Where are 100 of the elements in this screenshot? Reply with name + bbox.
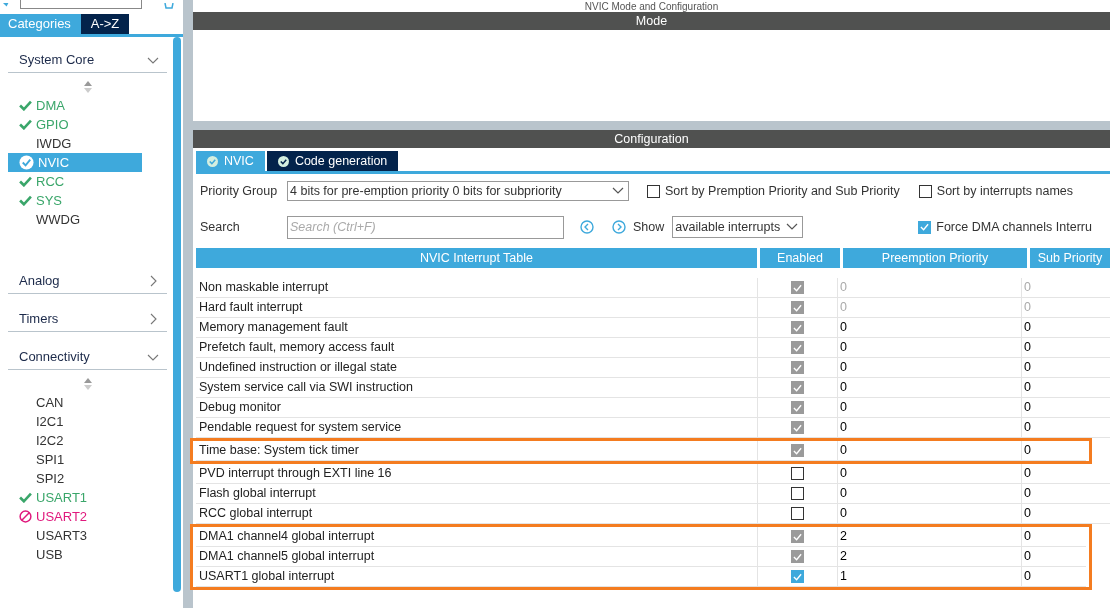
checkbox[interactable] [791, 321, 804, 334]
checkbox[interactable] [791, 301, 804, 314]
table-cell[interactable]: 0 [1021, 484, 1110, 503]
previous-icon[interactable] [580, 220, 594, 234]
checkbox[interactable] [791, 401, 804, 414]
sidebar-item[interactable]: WWDG [8, 210, 142, 229]
table-cell[interactable]: 0 [1021, 527, 1086, 546]
checkbox-label: Force DMA channels Interru [936, 218, 1092, 236]
table-row[interactable]: Undefined instruction or illegal state 0 0 [196, 358, 1110, 378]
table-cell-text: Hard fault interrupt [198, 299, 304, 317]
field-label: Search [199, 218, 241, 236]
checkbox[interactable] [791, 341, 804, 354]
checkbox[interactable] [647, 184, 660, 198]
checkbox[interactable] [791, 467, 804, 480]
checkbox[interactable] [791, 361, 804, 374]
table-row[interactable]: Time base: System tick timer 0 0 [196, 441, 1086, 461]
category-header[interactable]: Analog [8, 269, 167, 294]
table-cell[interactable]: 0 [1021, 418, 1110, 437]
sidebar-item[interactable]: CAN [8, 393, 142, 412]
table-cell[interactable]: 2 [837, 547, 1021, 566]
sort-icon[interactable] [83, 81, 92, 93]
sort-icon[interactable] [83, 378, 92, 390]
table-cell[interactable]: 0 [1021, 504, 1110, 523]
table-cell-text: Time base: System tick timer [198, 442, 360, 460]
table-row[interactable]: Memory management fault 0 0 [196, 318, 1110, 338]
table-cell[interactable]: 0 [1021, 358, 1110, 377]
table-cell[interactable]: 0 [837, 441, 1021, 460]
scrollbar[interactable] [173, 37, 181, 592]
sidebar-item[interactable]: IWDG [8, 134, 142, 153]
table-cell[interactable]: 2 [837, 527, 1021, 546]
table-cell[interactable]: 1 [837, 567, 1021, 586]
table-row[interactable]: Pendable request for system service 0 0 [196, 418, 1110, 438]
checkbox-label: Sort by interrupts names [936, 182, 1073, 200]
field-label: Show [633, 218, 665, 236]
table-row[interactable]: Prefetch fault, memory access fault 0 0 [196, 338, 1110, 358]
sidebar-item[interactable]: SPI1 [8, 450, 142, 469]
prohibited-icon [19, 510, 32, 523]
table-cell-text: Debug monitor [198, 399, 282, 417]
table-cell[interactable]: 0 [1021, 567, 1086, 586]
table-row[interactable]: RCC global interrupt 0 0 [196, 504, 1110, 524]
table-cell[interactable]: 0 [1021, 547, 1086, 566]
table-cell[interactable]: 0 [837, 398, 1021, 417]
checkbox[interactable] [791, 281, 804, 294]
sidebar-item[interactable]: USART3 [8, 526, 142, 545]
table-cell[interactable]: 0 [1021, 464, 1110, 483]
table-cell[interactable]: 0 [837, 378, 1021, 397]
checkbox[interactable] [918, 220, 932, 234]
checkbox[interactable] [791, 444, 804, 457]
table-row[interactable]: System service call via SWI instruction 0 0 [196, 378, 1110, 398]
checkbox[interactable] [791, 487, 804, 500]
table-cell[interactable]: 0 [837, 504, 1021, 523]
checkbox[interactable] [791, 550, 804, 563]
table-row[interactable]: DMA1 channel4 global interrupt 2 0 [196, 527, 1086, 547]
field-label: Priority Group [199, 182, 279, 200]
table-row[interactable]: Debug monitor 0 0 [196, 398, 1110, 418]
checkbox[interactable] [791, 421, 804, 434]
table-cell[interactable]: 0 [837, 484, 1021, 503]
table-row[interactable]: Non maskable interrupt 0 0 [196, 278, 1110, 298]
table-row[interactable]: PVD interrupt through EXTI line 16 0 0 [196, 464, 1110, 484]
table-cell[interactable]: 0 [837, 338, 1021, 357]
table-cell[interactable]: 0 [1021, 318, 1110, 337]
table-cell[interactable]: 0 [837, 418, 1021, 437]
caret-icon [786, 223, 799, 231]
category-header[interactable]: Timers [8, 307, 167, 332]
search-field[interactable]: Search (Ctrl+F) [287, 215, 564, 239]
checkbox[interactable] [791, 507, 804, 520]
config-tab[interactable]: Code generation [266, 151, 399, 171]
checkbox[interactable] [791, 570, 804, 583]
sidebar-item[interactable]: I2C1 [8, 412, 142, 431]
next-icon[interactable] [612, 220, 626, 234]
table-row[interactable]: Flash global interrupt 0 0 [196, 484, 1110, 504]
checkbox[interactable] [791, 381, 804, 394]
category-header[interactable]: System Core [8, 48, 167, 73]
section-header: Mode [193, 12, 1110, 30]
table-row[interactable]: USART1 global interrupt 1 0 [196, 567, 1086, 587]
caret-icon [612, 187, 624, 195]
sidebar-item[interactable]: SPI2 [8, 469, 142, 488]
checkbox[interactable] [918, 184, 932, 198]
search-field[interactable] [20, 0, 142, 9]
sidebar-item[interactable]: USART2 [8, 507, 142, 526]
checkbox[interactable] [791, 530, 804, 543]
check-icon [19, 176, 32, 187]
table-cell[interactable]: 0 [1021, 378, 1110, 397]
table-cell[interactable]: 0 [837, 464, 1021, 483]
table-cell[interactable]: 0 [837, 358, 1021, 377]
sidebar-tab[interactable]: A->Z [81, 14, 129, 34]
table-cell[interactable]: 0 [1021, 338, 1110, 357]
category-header[interactable]: Connectivity [8, 345, 167, 370]
table-cell[interactable]: 0 [837, 318, 1021, 337]
table-row[interactable]: Hard fault interrupt 0 0 [196, 298, 1110, 318]
table-cell[interactable]: 0 [1021, 441, 1086, 460]
table-cell-text: Non maskable interrupt [198, 279, 330, 297]
check-circle-icon [277, 155, 289, 167]
table-cell[interactable]: 0 [1021, 398, 1110, 417]
dropdown[interactable]: 4 bits for pre-emption priority 0 bits for subpriority [287, 181, 629, 201]
dropdown[interactable]: available interrupts [672, 216, 804, 238]
table-cell-text: System service call via SWI instruction [198, 379, 414, 397]
table-row[interactable]: DMA1 channel5 global interrupt 2 0 [196, 547, 1086, 567]
sidebar-item[interactable]: USB [8, 545, 142, 564]
sidebar-item[interactable]: I2C2 [8, 431, 142, 450]
